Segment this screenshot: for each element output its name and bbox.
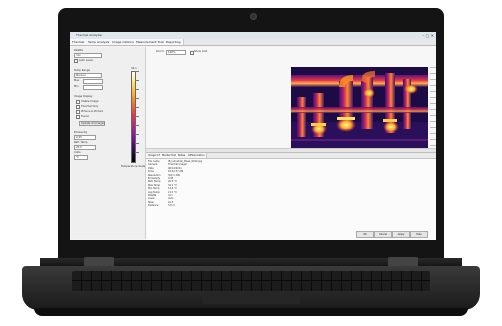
units-label: Units <box>74 151 81 154</box>
reflected-temp-value: 20.0 <box>76 146 82 149</box>
keyboard <box>72 271 430 291</box>
units-value: °C <box>76 156 80 159</box>
thermal-image[interactable] <box>291 67 428 148</box>
range-select[interactable]: Manual <box>74 73 102 78</box>
palette-section-label: Palette <box>74 49 83 52</box>
laptop-screen: Thermal Analyzer – ▢ ✕ Thermal Temp Anal… <box>70 32 436 240</box>
row-value: 3.0 m <box>168 204 175 208</box>
display-section-label: Image Display <box>74 95 93 98</box>
trackpad <box>202 292 300 304</box>
option-label-3: Fusion <box>81 115 90 118</box>
colorbar-ticks <box>135 71 139 161</box>
option-label-2: Picture-in-Picture <box>81 110 104 113</box>
max-input[interactable] <box>83 79 103 84</box>
title-bar: Thermal Analyzer – ▢ ✕ <box>70 32 436 39</box>
cancel-button[interactable]: Cancel <box>374 231 392 238</box>
properties-tabs: Image Info Marker Data Notes GPS/Locatio… <box>146 153 436 159</box>
thermal-image-graphic <box>291 67 428 148</box>
colorbar-caption: Temperature Scale <box>121 165 146 168</box>
tab-reporting[interactable]: Reporting <box>164 39 184 45</box>
min-label: Min <box>74 85 79 88</box>
emissivity-value: 0.95 <box>76 136 82 139</box>
units-select[interactable]: °C <box>74 155 88 160</box>
palette-select[interactable]: Iron <box>74 53 102 58</box>
tab-measurement-tools[interactable]: Measurement Tools <box>134 39 168 45</box>
max-label: Max <box>74 79 80 82</box>
colorbar-max-label: 34.1 <box>131 67 137 70</box>
option-label-0: Visible Image <box>81 100 99 103</box>
range-section-label: Temp Range <box>74 69 90 72</box>
auto-level-label: Auto Level <box>79 59 93 62</box>
tab-gps[interactable]: GPS/Location <box>186 153 208 158</box>
keyboard-row-divider <box>72 280 430 281</box>
laptop-front-edge <box>34 308 468 316</box>
row-key: Distance <box>148 204 159 208</box>
apply-button[interactable]: Apply <box>392 231 410 238</box>
option-checkbox-3[interactable] <box>76 115 80 119</box>
emissivity-input[interactable]: 0.95 <box>74 135 96 140</box>
range-select-value: Manual <box>76 74 86 77</box>
vertical-ruler <box>430 67 436 148</box>
properties-panel: Image Info Marker Data Notes GPS/Locatio… <box>146 152 436 240</box>
properties-table: File name IR_Industrial_Pipes_0012.jpg Ca… <box>146 160 276 210</box>
table-row: Distance 3.0 m <box>146 204 276 207</box>
reflected-temp-input[interactable]: 20.0 <box>74 145 96 150</box>
option-checkbox-0[interactable] <box>76 100 80 104</box>
tab-temp-analysis[interactable]: Temp Analysis <box>86 39 113 45</box>
main-tabs: Thermal Temp Analysis Image Options Meas… <box>70 39 436 46</box>
min-input[interactable] <box>83 85 103 90</box>
tab-image-options[interactable]: Image Options <box>110 39 137 45</box>
update-images-button[interactable]: Update All Images <box>79 121 105 126</box>
zoom-select[interactable]: 100% <box>166 50 186 55</box>
reflected-temp-label: Refl. Temp <box>74 141 88 144</box>
window-title: Thermal Analyzer <box>76 33 103 37</box>
update-images-label: Update All Images <box>81 122 105 125</box>
option-checkbox-2[interactable] <box>76 110 80 114</box>
emissivity-label: Emissivity <box>74 131 88 134</box>
webcam-icon <box>250 13 257 20</box>
auto-level-checkbox[interactable] <box>74 59 78 63</box>
palette-select-value: Iron <box>76 54 82 57</box>
window-controls[interactable]: – ▢ ✕ <box>422 33 434 38</box>
ok-button[interactable]: OK <box>356 231 374 238</box>
option-label-1: Thermal Only <box>81 105 99 108</box>
zoom-value: 100% <box>168 51 176 54</box>
zoom-label: Zoom: <box>156 50 165 53</box>
show-grid-label: Show Grid <box>194 50 208 53</box>
option-checkbox-1[interactable] <box>76 105 80 109</box>
help-button[interactable]: Help <box>410 231 428 238</box>
tab-thermal[interactable]: Thermal <box>70 39 88 45</box>
settings-panel: Palette Iron Auto Level Temp Range Manua… <box>71 47 146 239</box>
